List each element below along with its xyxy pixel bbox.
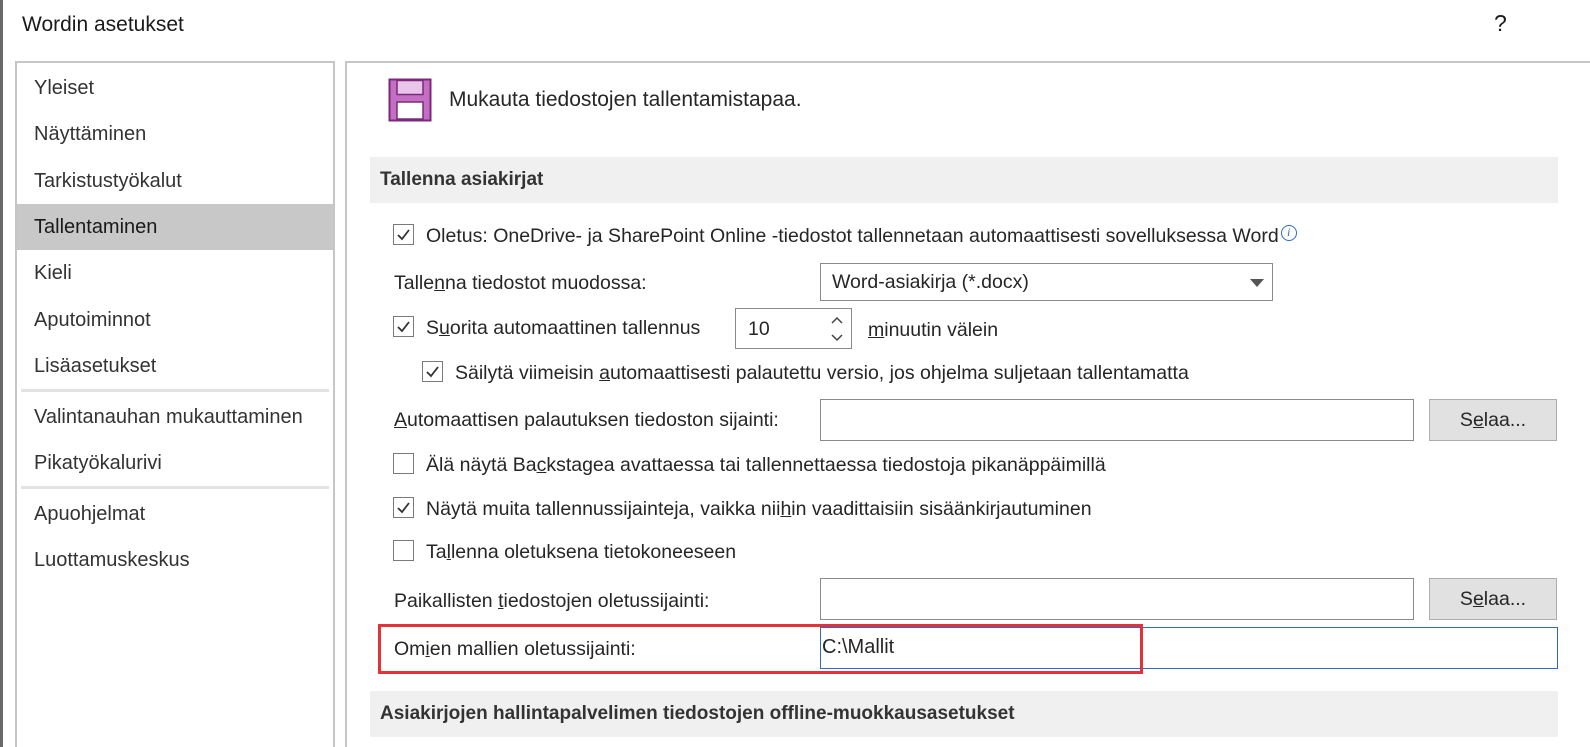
sidebar-item-valintanauha[interactable]: Valintanauhan mukauttaminen [17,394,333,440]
templates-location-label: Omien mallien oletussijainti: [394,638,636,660]
browse-local-button[interactable]: Selaa... [1429,578,1557,620]
sidebar-divider [21,486,329,489]
title-bar: Wordin asetukset ? [0,0,1590,52]
sidebar: Yleiset Näyttäminen Tarkistustyökalut Ta… [15,61,335,747]
autorecover-location-input[interactable] [820,399,1414,441]
checkbox-show-additional-places[interactable] [393,497,414,518]
checkbox-save-to-computer[interactable] [393,540,414,561]
section-header-save: Tallenna asiakirjat [370,157,1558,203]
show-additional-places-label: Näytä muita tallennussijainteja, vaikka … [426,498,1092,520]
window-title: Wordin asetukset [22,13,184,36]
sidebar-item-nayttaminen[interactable]: Näyttäminen [17,111,333,157]
chevron-down-icon [1250,279,1264,287]
autorecover-suffix: minuutin välein [868,319,999,341]
browse-autorecover-button[interactable]: Selaa... [1429,399,1557,441]
sidebar-item-kieli[interactable]: Kieli [17,250,333,296]
templates-location-input[interactable] [820,627,1558,669]
save-to-computer-label: Tallenna oletuksena tietokoneeseen [426,541,737,563]
chevron-down-icon[interactable] [828,331,846,345]
help-button[interactable]: ? [1494,10,1514,40]
autorecover-minutes-value[interactable]: 10 [748,318,770,341]
autorecover-minutes-stepper[interactable]: 10 [735,308,852,349]
no-backstage-label: Älä näytä Backstagea avattaessa tai tall… [426,454,1106,476]
autorecover-location-label: Automaattisen palautuksen tiedoston sija… [394,409,779,431]
templates-location-value[interactable]: C:\Mallit [822,636,894,659]
sidebar-item-tarkistustyokalut[interactable]: Tarkistustyökalut [17,158,333,204]
info-icon[interactable]: i [1280,225,1297,241]
sidebar-item-tallentaminen[interactable]: Tallentaminen [17,204,333,250]
checkbox-autosave-default[interactable] [393,224,414,245]
window-edge [0,0,3,747]
sidebar-item-lisaasetukset[interactable]: Lisäasetukset [17,343,333,389]
intro-text: Mukauta tiedostojen tallentamistapaa. [449,88,802,111]
save-floppy-icon [388,78,432,122]
save-format-value: Word-asiakirja (*.docx) [832,271,1029,293]
local-location-input[interactable] [820,578,1414,620]
checkbox-no-backstage[interactable] [393,453,414,474]
chevron-up-icon[interactable] [828,313,846,327]
sidebar-divider [21,389,329,392]
autosave-default-label: Oletus: OneDrive- ja SharePoint Online -… [426,225,1297,248]
sidebar-item-aputoiminnot[interactable]: Aputoiminnot [17,297,333,343]
sidebar-item-yleiset[interactable]: Yleiset [17,65,333,111]
autorecover-label: Suorita automaattinen tallennus [426,317,701,339]
checkbox-autorecover[interactable] [393,316,414,337]
local-location-label: Paikallisten tiedostojen oletussijainti: [394,590,710,612]
save-format-dropdown[interactable]: Word-asiakirja (*.docx) [820,263,1273,301]
sidebar-item-luottamuskeskus[interactable]: Luottamuskeskus [17,537,333,583]
sidebar-item-pikatyokalurivi[interactable]: Pikatyökalurivi [17,440,333,486]
checkbox-keep-last-version[interactable] [422,361,443,382]
keep-last-version-label: Säilytä viimeisin automaattisesti palaut… [455,362,1189,384]
sidebar-item-apuohjelmat[interactable]: Apuohjelmat [17,491,333,537]
save-format-label: Tallenna tiedostot muodossa: [394,272,647,294]
section-header-offline: Asiakirjojen hallintapalvelimen tiedosto… [370,691,1558,737]
